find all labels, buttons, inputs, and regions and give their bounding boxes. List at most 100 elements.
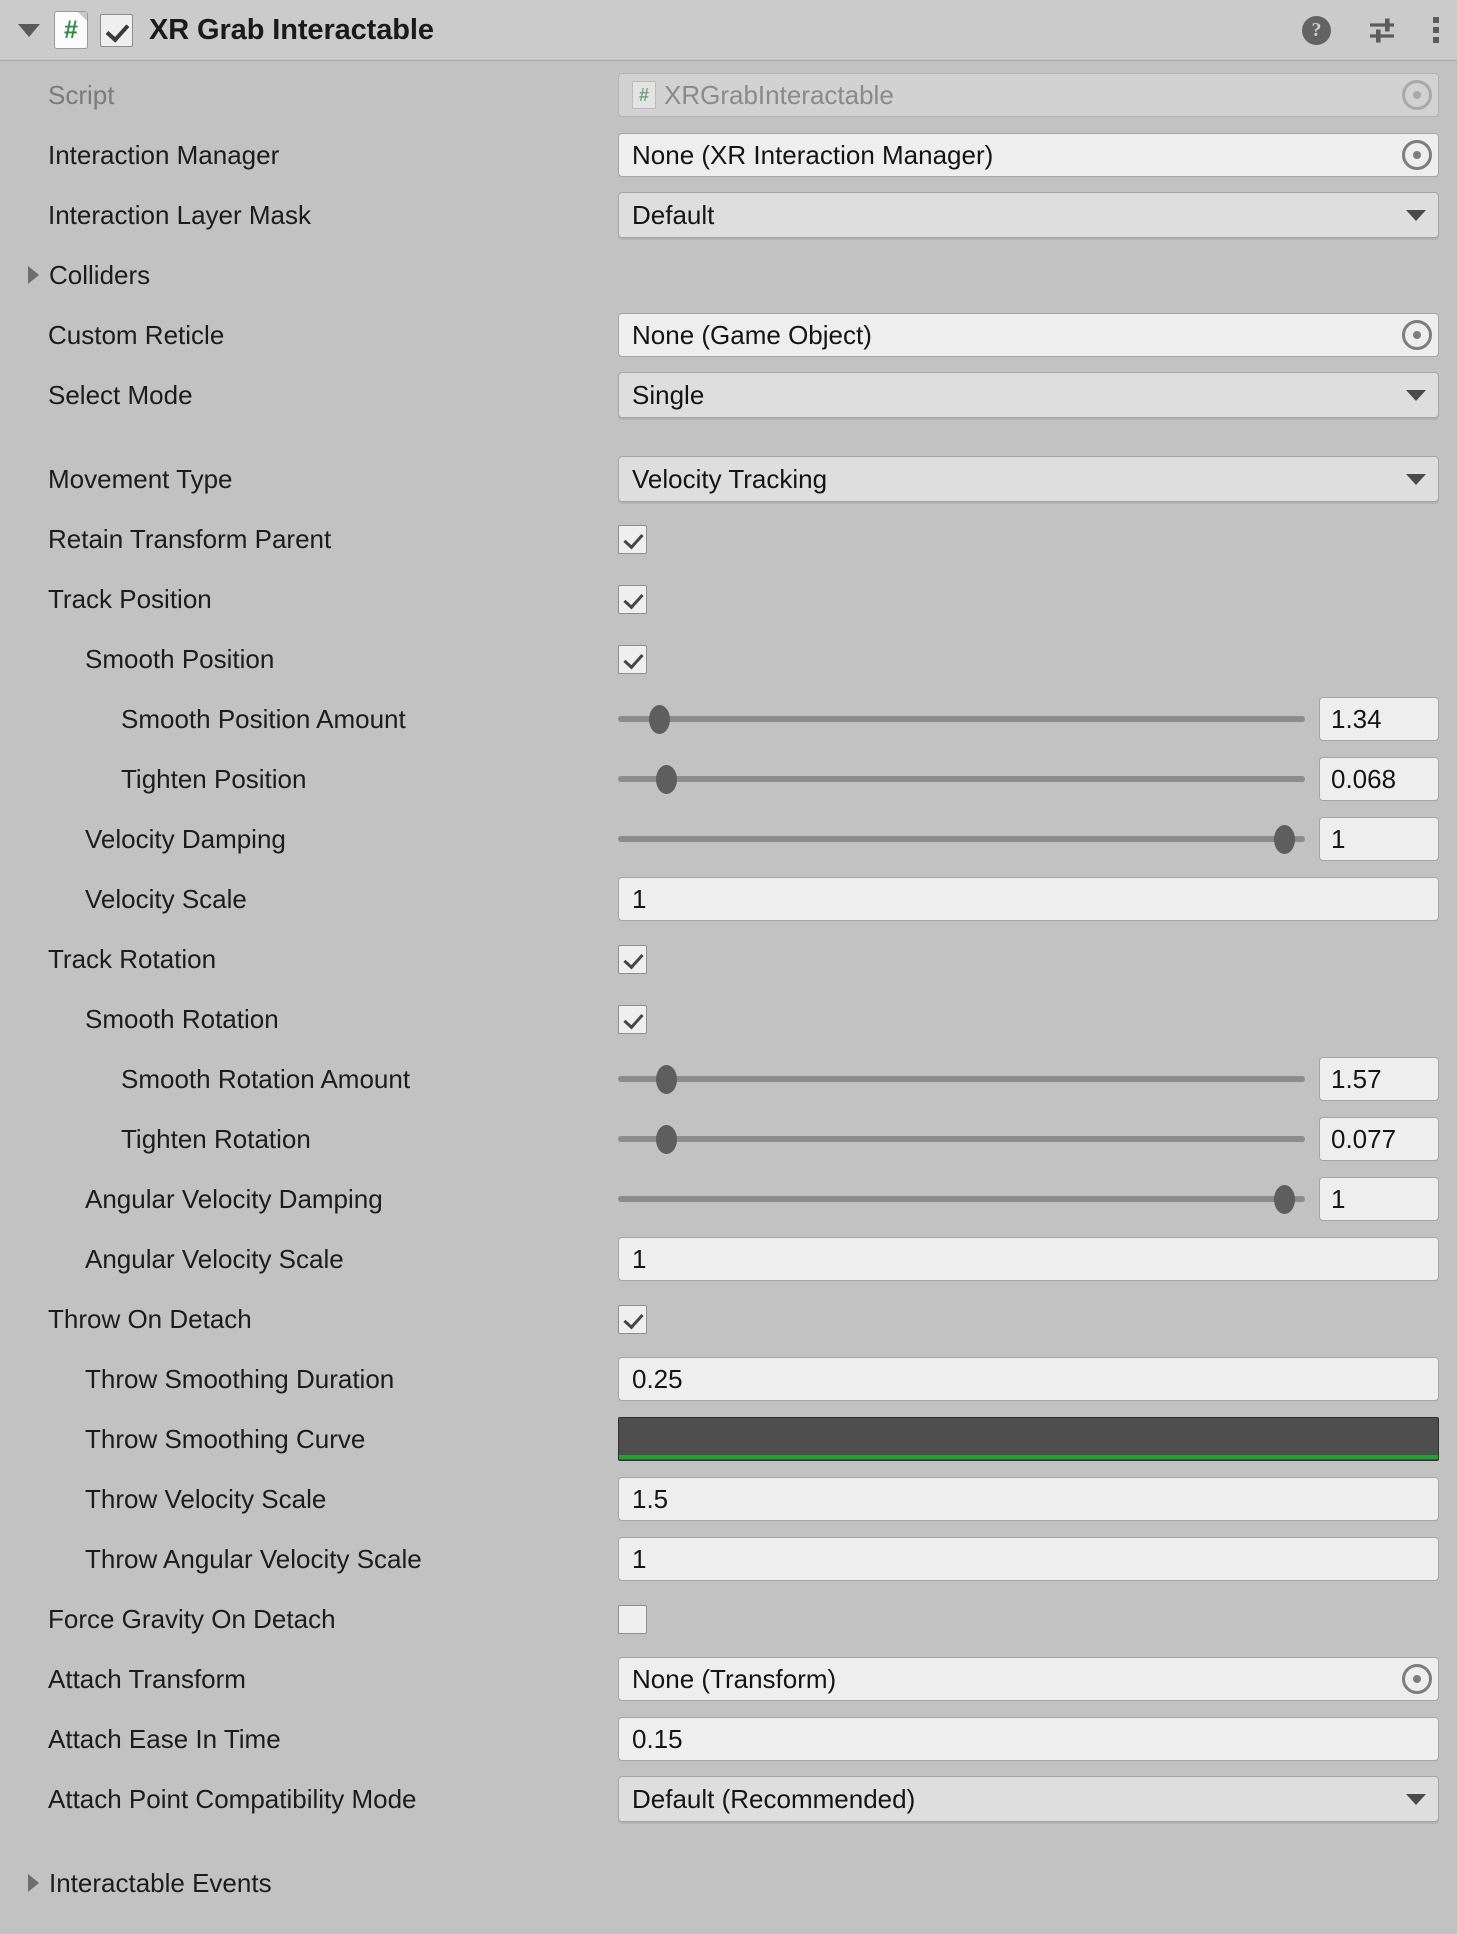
property-label-throw-smoothing-curve: Throw Smoothing Curve: [85, 1423, 366, 1454]
component-foldout-toggle-icon[interactable]: [18, 23, 40, 37]
dropdown-select-mode[interactable]: Single: [618, 372, 1439, 418]
slider-smooth-rotation-amount[interactable]: [618, 1064, 1305, 1094]
foldout-interactable-events[interactable]: Interactable Events: [26, 1868, 618, 1899]
control-cell: 0.15: [618, 1717, 1457, 1761]
help-icon[interactable]: ?: [1302, 15, 1331, 45]
preset-icon[interactable]: [1367, 15, 1397, 45]
dropdown-movement-type[interactable]: Velocity Tracking: [618, 456, 1439, 502]
checkbox-smooth-rotation[interactable]: [618, 1004, 647, 1034]
object-field-attach-transform[interactable]: None (Transform): [618, 1657, 1439, 1701]
property-row-interaction-manager: Interaction Manager None (XR Interaction …: [0, 125, 1457, 185]
property-row-smooth-rotation-amount: Smooth Rotation Amount 1.57: [0, 1049, 1457, 1109]
property-label-smooth-position: Smooth Position: [85, 643, 275, 674]
text-field-angular-velocity-scale[interactable]: 1: [618, 1237, 1439, 1281]
slider-handle[interactable]: [1273, 1184, 1295, 1214]
object-field-interaction-manager[interactable]: None (XR Interaction Manager): [618, 133, 1439, 177]
slider-handle[interactable]: [655, 1124, 677, 1154]
object-field-custom-reticle[interactable]: None (Game Object): [618, 313, 1439, 357]
number-field-velocity-damping[interactable]: 1: [1319, 817, 1439, 861]
dropdown-value: Default: [632, 199, 715, 230]
property-label-custom-reticle: Custom Reticle: [48, 319, 225, 350]
property-row-smooth-rotation: Smooth Rotation: [0, 989, 1457, 1049]
property-label-smooth-rotation-amount: Smooth Rotation Amount: [121, 1063, 411, 1094]
control-cell: 1: [618, 1177, 1457, 1221]
slider-angular-velocity-damping[interactable]: [618, 1184, 1305, 1214]
number-field-tighten-position[interactable]: 0.068: [1319, 757, 1439, 801]
chevron-down-icon: [1406, 473, 1426, 485]
property-label-movement-type: Movement Type: [48, 463, 233, 494]
control-cell: [618, 1004, 1457, 1034]
number-field-smooth-position-amount[interactable]: 1.34: [1319, 697, 1439, 741]
property-row-attach-ease-in-time: Attach Ease In Time 0.15: [0, 1709, 1457, 1769]
property-row-track-position: Track Position: [0, 569, 1457, 629]
checkbox-throw-on-detach[interactable]: [618, 1304, 647, 1334]
property-label-throw-on-detach: Throw On Detach: [48, 1303, 252, 1334]
property-label: Interactable Events: [49, 1867, 272, 1898]
script-icon-glyph: #: [64, 15, 78, 44]
unity-inspector-panel: # XR Grab Interactable ? Script # XRGrabIn…: [0, 0, 1457, 1934]
property-label-smooth-position-amount: Smooth Position Amount: [121, 703, 406, 734]
property-row-interactable-events: Interactable Events: [0, 1853, 1457, 1913]
text-field-attach-ease-in-time[interactable]: 0.15: [618, 1717, 1439, 1761]
text-field-throw-smoothing-duration[interactable]: 0.25: [618, 1357, 1439, 1401]
object-picker-icon[interactable]: [1402, 320, 1432, 350]
control-cell: [618, 1304, 1457, 1334]
control-cell: [618, 644, 1457, 674]
dropdown-interaction-layer-mask[interactable]: Default: [618, 192, 1439, 238]
number-field-tighten-rotation[interactable]: 0.077: [1319, 1117, 1439, 1161]
property-row-retain-transform-parent: Retain Transform Parent: [0, 509, 1457, 569]
control-cell: [618, 524, 1457, 554]
text-field-throw-angular-velocity-scale[interactable]: 1: [618, 1537, 1439, 1581]
object-field-value: None (Game Object): [632, 319, 872, 350]
object-field-value: None (Transform): [632, 1663, 837, 1694]
control-cell: 1: [618, 817, 1457, 861]
slider-handle[interactable]: [1273, 824, 1295, 854]
property-row-force-gravity-on-detach: Force Gravity On Detach: [0, 1589, 1457, 1649]
kebab-menu-icon[interactable]: [1433, 17, 1439, 43]
object-picker-icon[interactable]: [1402, 1664, 1432, 1694]
property-row-select-mode: Select Mode Single: [0, 365, 1457, 425]
slider-handle[interactable]: [655, 1064, 677, 1094]
property-row-attach-point-compatibility-mode: Attach Point Compatibility Mode Default (…: [0, 1769, 1457, 1829]
object-field-script: # XRGrabInteractable: [618, 73, 1439, 117]
property-row-throw-angular-velocity-scale: Throw Angular Velocity Scale 1: [0, 1529, 1457, 1589]
property-label: Colliders: [49, 259, 151, 290]
property-row-velocity-scale: Velocity Scale 1: [0, 869, 1457, 929]
checkbox-retain-transform-parent[interactable]: [618, 524, 647, 554]
property-row-attach-transform: Attach Transform None (Transform): [0, 1649, 1457, 1709]
property-row-smooth-position-amount: Smooth Position Amount 1.34: [0, 689, 1457, 749]
curve-field-throw-smoothing-curve[interactable]: [618, 1417, 1439, 1461]
property-label-attach-transform: Attach Transform: [48, 1663, 246, 1694]
control-cell: 1.34: [618, 697, 1457, 741]
checkbox-smooth-position[interactable]: [618, 644, 647, 674]
slider-handle[interactable]: [648, 704, 670, 734]
slider-handle[interactable]: [655, 764, 677, 794]
property-label-velocity-damping: Velocity Damping: [85, 823, 286, 854]
slider-smooth-position-amount[interactable]: [618, 704, 1305, 734]
number-field-smooth-rotation-amount[interactable]: 1.57: [1319, 1057, 1439, 1101]
slider-group: 0.077: [618, 1117, 1439, 1161]
property-label-select-mode: Select Mode: [48, 379, 193, 410]
text-field-throw-velocity-scale[interactable]: 1.5: [618, 1477, 1439, 1521]
component-enabled-checkbox[interactable]: [100, 13, 133, 47]
slider-track: [618, 1136, 1305, 1142]
curve-line: [619, 1455, 1438, 1459]
checkbox-track-position[interactable]: [618, 584, 647, 614]
slider-group: 1: [618, 817, 1439, 861]
number-field-angular-velocity-damping[interactable]: 1: [1319, 1177, 1439, 1221]
property-row-throw-velocity-scale: Throw Velocity Scale 1.5: [0, 1469, 1457, 1529]
slider-velocity-damping[interactable]: [618, 824, 1305, 854]
checkbox-track-rotation[interactable]: [618, 944, 647, 974]
dropdown-attach-point-compatibility-mode[interactable]: Default (Recommended): [618, 1776, 1439, 1822]
text-field-velocity-scale[interactable]: 1: [618, 877, 1439, 921]
component-title: XR Grab Interactable: [149, 13, 434, 46]
slider-group: 1.34: [618, 697, 1439, 741]
checkbox-force-gravity-on-detach[interactable]: [618, 1604, 647, 1634]
slider-tighten-rotation[interactable]: [618, 1124, 1305, 1154]
property-row-angular-velocity-scale: Angular Velocity Scale 1: [0, 1229, 1457, 1289]
slider-track: [618, 776, 1305, 782]
foldout-colliders[interactable]: Colliders: [26, 260, 618, 291]
slider-track: [618, 716, 1305, 722]
slider-tighten-position[interactable]: [618, 764, 1305, 794]
object-picker-icon[interactable]: [1402, 140, 1432, 170]
